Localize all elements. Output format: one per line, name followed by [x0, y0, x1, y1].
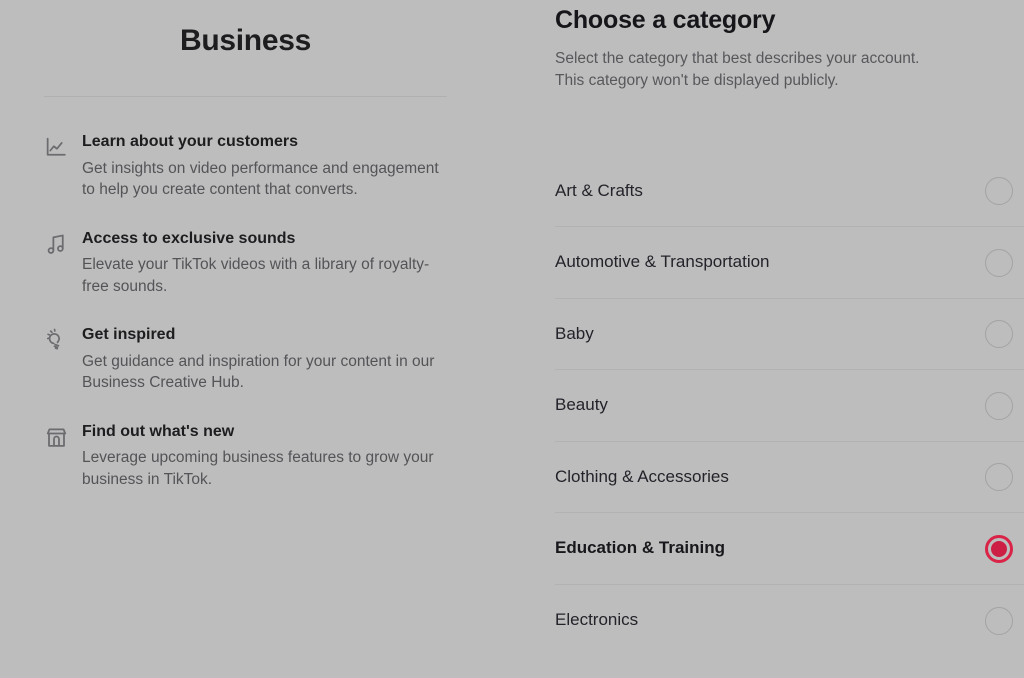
category-option-education-training[interactable]: Education & Training [555, 513, 1024, 585]
benefit-list: Learn about your customers Get insights … [44, 132, 450, 490]
category-option-label: Education & Training [555, 538, 726, 558]
category-panel: Choose a category Select the category th… [512, 0, 1024, 678]
page-title: Business [180, 24, 311, 57]
benefit-description: Leverage upcoming business features to g… [82, 449, 434, 488]
category-option-label: Electronics [555, 610, 639, 630]
radio-button-unselected[interactable] [985, 463, 1013, 491]
benefit-title: Get inspired [82, 326, 176, 344]
category-option-label: Automotive & Transportation [555, 252, 770, 272]
radio-button-unselected[interactable] [985, 606, 1013, 635]
category-option-baby[interactable]: Baby [555, 299, 1024, 371]
divider [44, 96, 447, 97]
category-selection-screen: Business Learn about your customers Get … [0, 0, 1024, 678]
category-panel-subtitle: Select the category that best describes … [555, 49, 920, 89]
category-option-label: Art & Crafts [555, 180, 643, 200]
category-option-beauty[interactable]: Beauty [555, 370, 1024, 442]
category-panel-heading: Choose a category [555, 6, 776, 34]
music-note-icon [44, 229, 82, 259]
lightbulb-icon [44, 325, 82, 355]
category-option-label: Baby [555, 323, 594, 343]
benefit-title: Find out what's new [82, 422, 235, 440]
benefit-description: Get insights on video performance and en… [82, 159, 439, 199]
radio-button-unselected[interactable] [985, 320, 1013, 348]
list-item: Access to exclusive sounds Elevate your … [44, 229, 450, 298]
line-chart-icon [44, 132, 82, 162]
benefit-description: Elevate your TikTok videos with a librar… [82, 256, 430, 295]
category-option-electronics[interactable]: Electronics [555, 585, 1024, 657]
radio-button-unselected[interactable] [985, 177, 1013, 205]
radio-button-unselected[interactable] [985, 391, 1013, 420]
radio-button-unselected[interactable] [985, 248, 1013, 277]
category-option-label: Clothing & Accessories [555, 466, 729, 486]
category-option-label: Beauty [555, 395, 608, 415]
category-option-automotive-transportation[interactable]: Automotive & Transportation [555, 227, 1024, 299]
list-item: Get inspired Get guidance and inspiratio… [44, 325, 450, 394]
category-option-list[interactable]: Art & Crafts Automotive & Transportation… [555, 156, 1024, 657]
list-item: Learn about your customers Get insights … [44, 132, 450, 201]
list-item: Find out what's new Leverage upcoming bu… [44, 422, 450, 491]
benefit-title: Access to exclusive sounds [82, 229, 296, 247]
radio-button-selected[interactable] [985, 534, 1013, 563]
category-option-art-crafts[interactable]: Art & Crafts [555, 156, 1024, 228]
benefit-title: Learn about your customers [82, 133, 299, 150]
category-option-clothing-accessories[interactable]: Clothing & Accessories [555, 442, 1024, 514]
business-info-panel: Business Learn about your customers Get … [0, 0, 512, 678]
benefit-description: Get guidance and inspiration for your co… [82, 352, 435, 392]
storefront-icon [44, 422, 82, 452]
